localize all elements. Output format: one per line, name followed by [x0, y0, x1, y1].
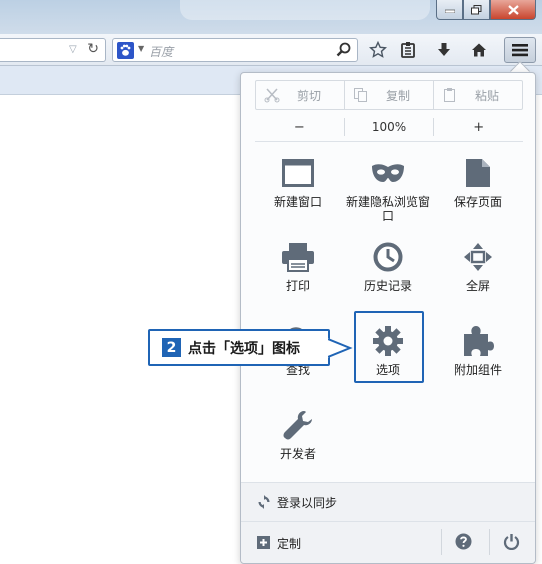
- search-bar[interactable]: ▼ 百度: [112, 38, 358, 62]
- edit-controls: 剪切 复制 粘贴: [255, 80, 523, 110]
- new-private-window-button[interactable]: 新建隐私浏览窗口: [342, 155, 434, 223]
- callout-pointer: [328, 338, 353, 358]
- maximize-button[interactable]: [463, 0, 490, 20]
- restore-icon: [471, 4, 482, 14]
- search-placeholder: 百度: [149, 45, 174, 59]
- zoom-out-button[interactable]: −: [255, 114, 344, 140]
- instruction-callout: 2 点击「选项」图标: [148, 329, 330, 366]
- history-dropdown-icon[interactable]: ▽: [69, 44, 79, 55]
- window-title-bar: [0, 0, 542, 34]
- printer-icon: [278, 239, 318, 275]
- customize-row: 定制: [241, 522, 535, 563]
- new-window-icon: [278, 155, 318, 191]
- clock-icon: [368, 239, 408, 275]
- browser-window: ▽ ↻ ▼ 百度 剪切 复制 粘贴 − 100% + 新建窗口 新建隐私浏览窗口…: [0, 0, 542, 564]
- zoom-in-button[interactable]: +: [434, 114, 523, 140]
- engine-dropdown-icon[interactable]: ▼: [138, 44, 144, 53]
- quit-button[interactable]: [503, 533, 520, 554]
- home-icon[interactable]: [468, 40, 490, 60]
- paste-label: 粘贴: [474, 88, 499, 103]
- paste-button[interactable]: 粘贴: [434, 81, 522, 109]
- scissors-icon: [264, 88, 280, 103]
- cut-label: 剪切: [296, 88, 321, 103]
- close-button[interactable]: [490, 0, 536, 20]
- clipboard-icon: [444, 88, 455, 102]
- fullscreen-icon: [458, 239, 498, 275]
- fullscreen-button[interactable]: 全屏: [432, 239, 524, 293]
- close-icon: [507, 4, 519, 15]
- copy-button[interactable]: 复制: [345, 81, 434, 109]
- sync-row[interactable]: 登录以同步: [241, 483, 535, 521]
- copy-icon: [354, 88, 367, 102]
- addons-button[interactable]: 附加组件: [432, 323, 524, 377]
- help-button[interactable]: [455, 533, 472, 554]
- help-icon: [455, 533, 472, 550]
- save-page-icon: [458, 155, 498, 191]
- search-icon[interactable]: [335, 41, 353, 59]
- instruction-text: 点击「选项」图标: [188, 340, 300, 357]
- zoom-reset-button[interactable]: 100%: [343, 118, 435, 136]
- bookmarks-menu-icon[interactable]: [397, 40, 419, 60]
- zoom-controls: − 100% +: [255, 114, 523, 140]
- sync-icon: [258, 495, 270, 509]
- power-icon: [503, 534, 520, 551]
- wrench-icon: [278, 407, 318, 443]
- customize-label: 定制: [277, 537, 302, 551]
- customize-button[interactable]: 定制: [241, 522, 439, 563]
- step-number: 2: [162, 338, 181, 357]
- plus-box-icon: [257, 536, 270, 549]
- private-mask-icon: [368, 155, 408, 191]
- cut-button[interactable]: 剪切: [256, 81, 345, 109]
- developer-button[interactable]: 开发者: [252, 407, 344, 461]
- bookmark-star-icon[interactable]: [367, 40, 389, 60]
- new-window-button[interactable]: 新建窗口: [252, 155, 344, 209]
- copy-label: 复制: [385, 88, 410, 103]
- downloads-icon[interactable]: [433, 40, 455, 60]
- baidu-paw-icon[interactable]: [117, 42, 134, 59]
- minimize-button[interactable]: [436, 0, 463, 20]
- options-highlight: [354, 311, 424, 383]
- sync-label: 登录以同步: [277, 496, 338, 510]
- open-menu-button[interactable]: [504, 37, 536, 63]
- url-bar[interactable]: ▽ ↻: [0, 38, 106, 62]
- reload-icon[interactable]: ↻: [87, 41, 99, 57]
- history-button[interactable]: 历史记录: [342, 239, 434, 293]
- save-page-button[interactable]: 保存页面: [432, 155, 524, 209]
- hamburger-icon: [512, 44, 528, 57]
- minimize-icon: [444, 9, 455, 13]
- print-button[interactable]: 打印: [252, 239, 344, 293]
- window-controls: [436, 0, 536, 20]
- puzzle-icon: [458, 323, 498, 359]
- navigation-toolbar: ▽ ↻ ▼ 百度: [0, 34, 542, 66]
